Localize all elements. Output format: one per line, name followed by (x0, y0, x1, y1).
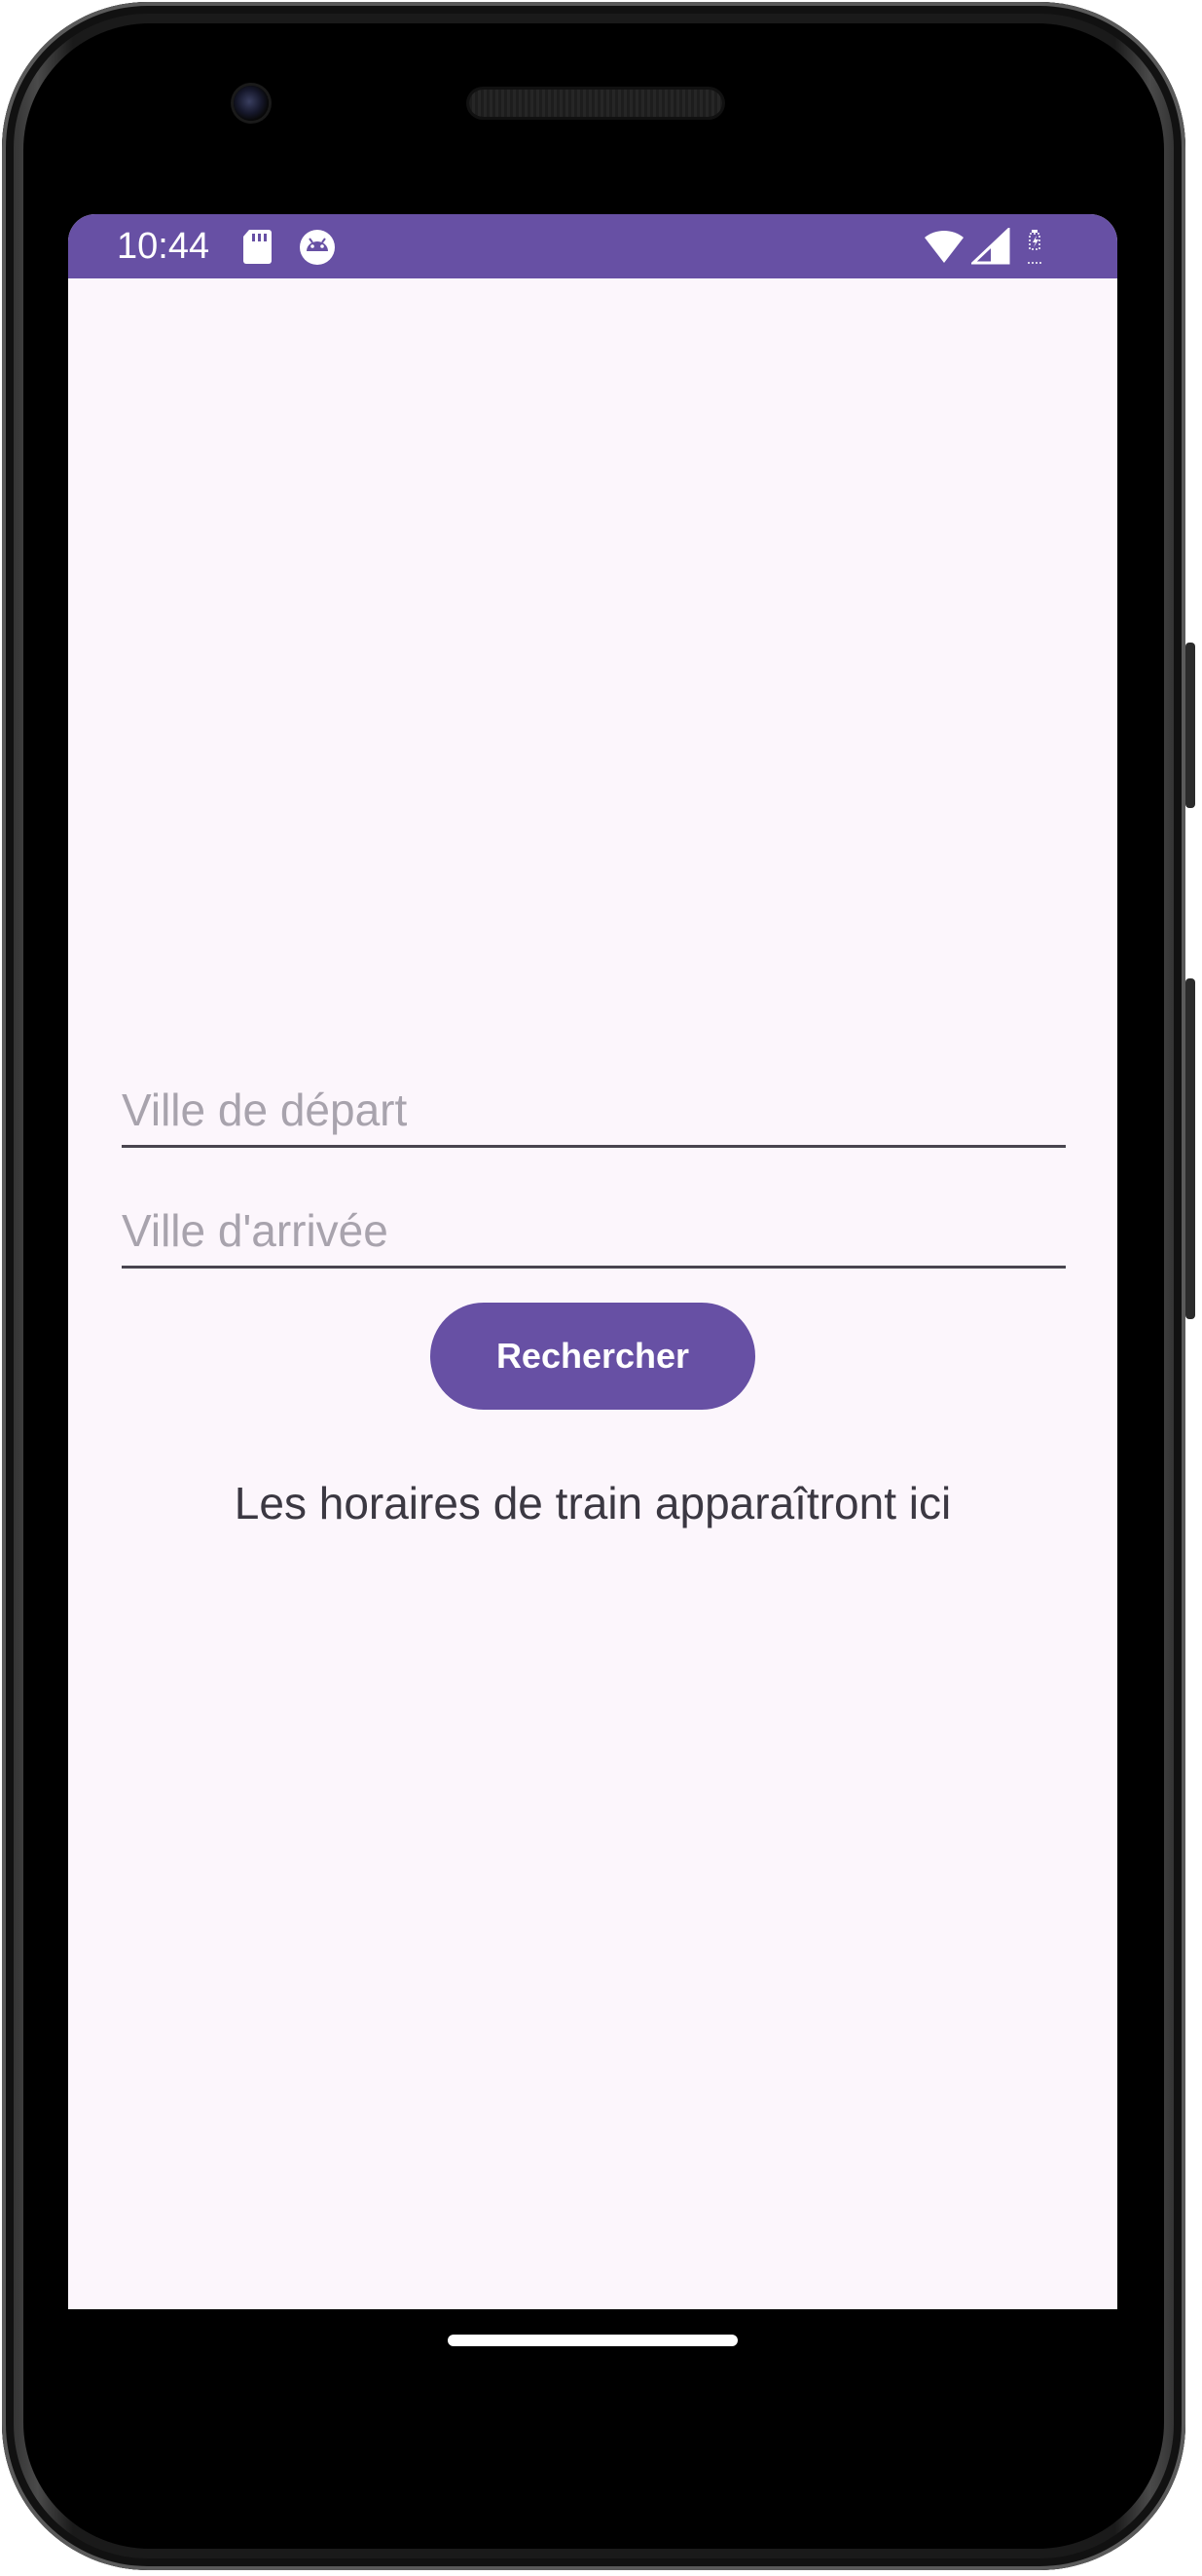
android-icon (298, 228, 337, 272)
arrival-city-input[interactable] (122, 1201, 1066, 1260)
battery-icon (1024, 228, 1047, 272)
departure-field[interactable] (122, 1073, 1066, 1148)
volume-button[interactable] (1185, 978, 1195, 1319)
wifi-icon (923, 228, 965, 270)
earpiece-speaker (469, 90, 722, 117)
signal-icon (969, 226, 1010, 270)
app-screen: 10:44 Ville de départ Ville d'arrivée Re… (68, 214, 1117, 2309)
search-button[interactable]: Rechercher (430, 1303, 755, 1410)
front-camera (234, 86, 269, 121)
status-bar: 10:44 (68, 214, 1117, 278)
main-content: Rechercher Les horaires de train apparaî… (68, 278, 1117, 2309)
departure-city-input[interactable] (122, 1081, 1066, 1139)
arrival-field[interactable] (122, 1194, 1066, 1269)
home-indicator[interactable] (448, 2335, 738, 2346)
results-placeholder-text: Les horaires de train apparaîtront ici (234, 1478, 952, 1528)
power-button[interactable] (1185, 643, 1195, 808)
status-time: 10:44 (117, 226, 210, 267)
sd-card-icon (241, 228, 273, 270)
